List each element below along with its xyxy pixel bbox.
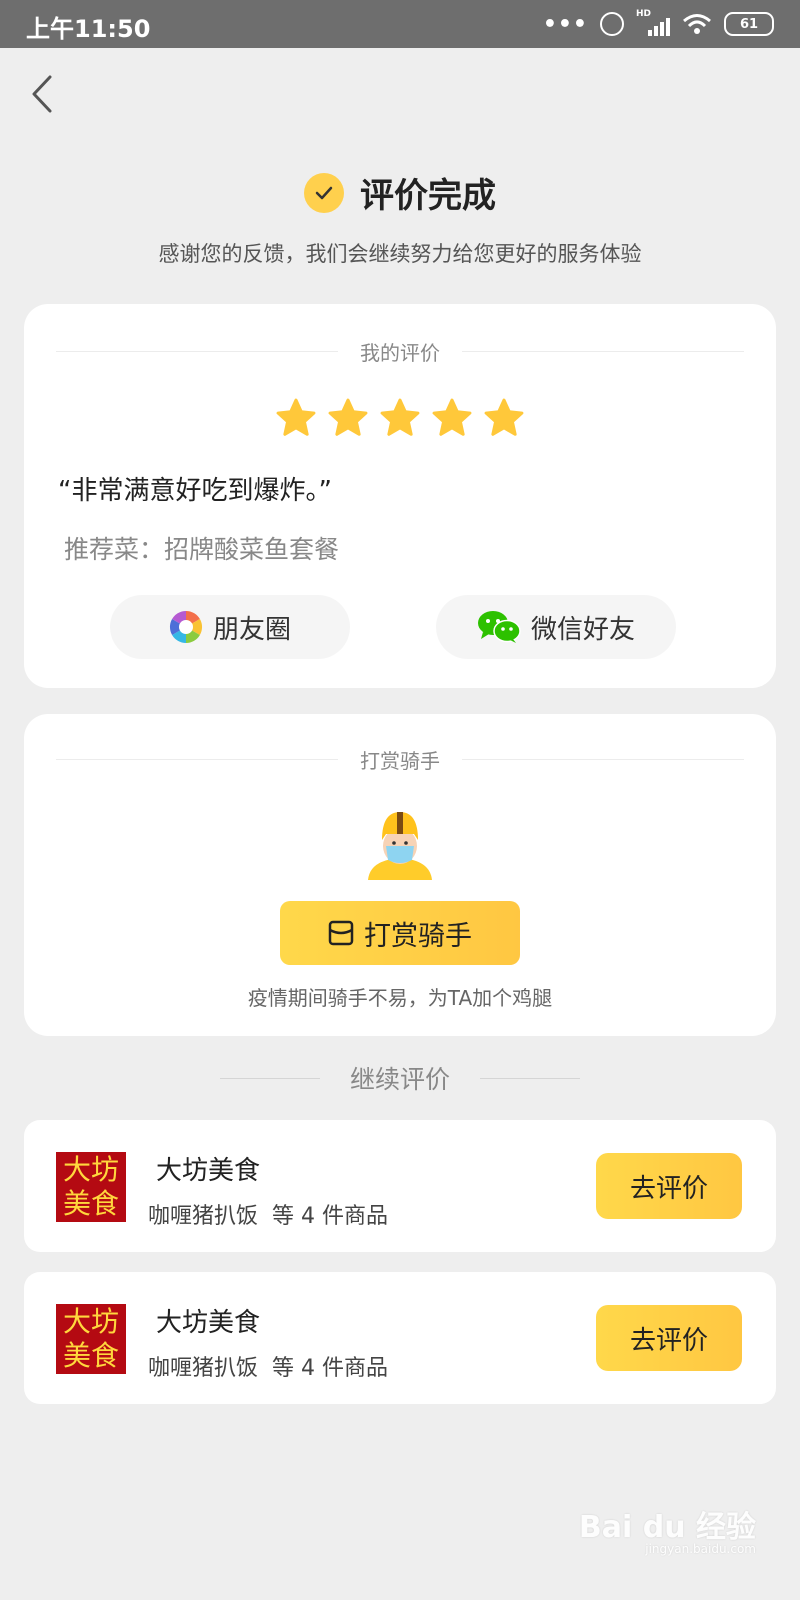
back-arrow-icon[interactable] (26, 74, 66, 114)
section-title: 打赏骑手 (360, 748, 440, 773)
wechat-icon (477, 610, 521, 644)
star-icon (328, 398, 368, 436)
go-review-button[interactable]: 去评价 (596, 1305, 742, 1371)
page-subtitle: 感谢您的反馈，我们会继续努力给您更好的服务体验 (158, 242, 642, 266)
section-title: 我的评价 (360, 340, 440, 365)
shop-name: 大坊美食 (156, 1308, 261, 1338)
baidu-jingyan-watermark: Bai du 经验 (578, 1510, 756, 1545)
tip-rider-header: 打赏骑手 (56, 744, 744, 774)
share-moments-label: 朋友圈 (212, 614, 291, 645)
tip-rider-card: 打赏骑手 打赏骑手 疫情期间骑手不易，为TA加个鸡腿 (24, 714, 776, 1036)
more-dots-icon: ••• (542, 11, 588, 37)
star-icon (276, 398, 316, 436)
status-icons: ••• HD 61 (542, 9, 774, 38)
battery-icon: 61 (724, 12, 774, 36)
red-envelope-icon (328, 920, 354, 946)
shop-logo: 大坊 美食 (56, 1152, 126, 1222)
rider-avatar (364, 804, 436, 880)
star-icon (432, 398, 472, 436)
status-time: 上午11:50 (26, 15, 151, 43)
tip-note: 疫情期间骑手不易，为TA加个鸡腿 (247, 986, 553, 1010)
section-title: 继续评价 (349, 1065, 450, 1094)
star-icon (380, 398, 420, 436)
order-items: 咖喱猪扒饭 等 4 件商品 (148, 1356, 388, 1381)
moments-shutter-icon (169, 610, 203, 644)
cellular-signal-icon: HD (636, 9, 670, 36)
shop-logo-line1: 大坊 (62, 1305, 119, 1338)
tip-rider-button[interactable]: 打赏骑手 (280, 901, 520, 965)
status-bar: 上午11:50 ••• HD 61 (0, 0, 800, 48)
my-review-header: 我的评价 (56, 336, 744, 366)
shop-name: 大坊美食 (156, 1156, 261, 1186)
shop-logo-line1: 大坊 (62, 1153, 119, 1186)
my-review-card: 我的评价 “非常满意好吃到爆炸。” 推荐菜：招牌酸菜鱼套餐 朋友圈 微信好友 (24, 304, 776, 688)
watermark-url: jingyan.baidu.com (645, 1542, 756, 1556)
shop-logo-line2: 美食 (62, 1339, 119, 1372)
star-icon (484, 398, 524, 436)
tip-rider-button-label: 打赏骑手 (364, 920, 472, 952)
alarm-icon (600, 12, 624, 36)
shop-logo-line2: 美食 (62, 1187, 119, 1220)
share-wechat-label: 微信好友 (530, 614, 635, 645)
go-review-button[interactable]: 去评价 (596, 1153, 742, 1219)
order-items: 咖喱猪扒饭 等 4 件商品 (148, 1204, 388, 1229)
review-comment: “非常满意好吃到爆炸。” (58, 476, 332, 506)
page-title: 评价完成 (360, 176, 496, 216)
share-wechat-button[interactable]: 微信好友 (436, 595, 676, 659)
recommended-dish: 推荐菜：招牌酸菜鱼套餐 (64, 535, 340, 564)
continue-review-header: 继续评价 (0, 1060, 800, 1096)
star-rating (24, 396, 776, 440)
wifi-icon (683, 14, 711, 34)
pending-order-card: 大坊 美食 大坊美食 咖喱猪扒饭 等 4 件商品 去评价 (24, 1120, 776, 1252)
pending-order-card: 大坊 美食 大坊美食 咖喱猪扒饭 等 4 件商品 去评价 (24, 1272, 776, 1404)
share-moments-button[interactable]: 朋友圈 (110, 595, 350, 659)
check-circle-icon (304, 172, 344, 213)
completion-header: 评价完成 (0, 168, 800, 217)
shop-logo: 大坊 美食 (56, 1304, 126, 1374)
